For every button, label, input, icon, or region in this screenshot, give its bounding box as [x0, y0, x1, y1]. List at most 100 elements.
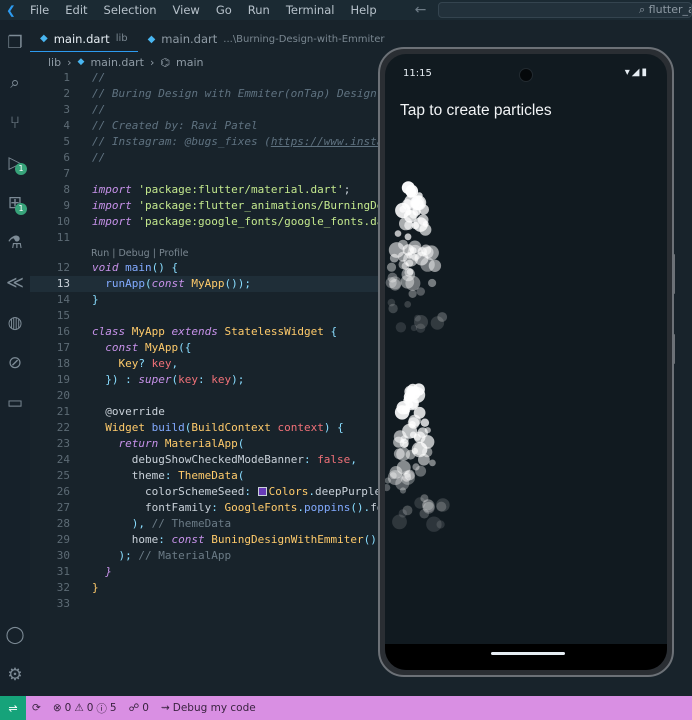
code-line: 33 — [56, 597, 70, 610]
tab-main-dart-burning[interactable]: ◆ main.dart ...\Burning-Design-with-Emmi… — [138, 26, 395, 52]
error-icon: ⊗ — [52, 702, 62, 714]
breadcrumb-file[interactable]: main.dart — [90, 56, 144, 69]
code-editor[interactable]: 1// 2// Buring Design with Emmiter(onTap… — [30, 70, 380, 696]
particle — [415, 323, 426, 333]
status-bar: ⇌ ⟳ ⊗ 0 ⚠ 0 ⓘ 5 ☍ 0 ⇝ Debug my code — [0, 696, 692, 720]
code-line: 31 } — [56, 565, 112, 578]
testing-flask-icon[interactable]: ⚗ — [0, 228, 30, 258]
run-badge: 1 — [15, 163, 27, 175]
vscode-logo-icon: ❮ — [6, 3, 16, 17]
code-line: 8 import 'package:flutter/material.dart'; — [63, 183, 351, 196]
particle — [405, 449, 416, 460]
search-icon[interactable]: ⌕ — [0, 68, 30, 98]
particle — [404, 233, 412, 241]
particle — [404, 395, 411, 403]
particle — [393, 430, 407, 443]
menu-terminal[interactable]: Terminal — [278, 0, 343, 20]
code-line: 20 — [56, 389, 70, 402]
account-icon[interactable]: ◯ — [0, 620, 30, 650]
run-debug-icon[interactable]: ▷ 1 — [0, 148, 30, 178]
code-line: 14} — [56, 293, 99, 306]
color-swatch-icon[interactable] — [257, 487, 267, 496]
tab-main-dart-lib[interactable]: ◆ main.dart lib — [30, 26, 138, 52]
particle — [407, 244, 423, 260]
error-count: 0 — [64, 702, 72, 714]
extensions-icon[interactable]: ⊞ 1 — [0, 188, 30, 218]
back-arrow-icon[interactable]: ← — [415, 2, 427, 18]
particle — [420, 418, 430, 427]
code-line: 32} — [56, 581, 99, 594]
debug-icon: ⇝ — [160, 702, 170, 714]
command-center-search[interactable]: ⌕ flutter_a — [438, 2, 692, 18]
info-count: 5 — [109, 702, 117, 714]
code-line: 16 class MyApp extends StatelessWidget { — [56, 325, 338, 338]
particle — [428, 259, 442, 272]
code-line: 26 colorSchemeSeed: Colors.deepPurple, — [56, 485, 380, 498]
code-line-current: 13 runApp(const MyApp()); — [30, 276, 380, 292]
code-line: 5// Instagram: @bugs_fixes (https://www.… — [63, 135, 380, 148]
particle — [398, 239, 408, 250]
debug-my-code-button[interactable]: ⇝ Debug my code — [155, 702, 262, 714]
power-button[interactable] — [672, 334, 675, 364]
info-icon: ⓘ — [96, 702, 107, 715]
remote-indicator-icon[interactable]: ⇌ — [0, 696, 26, 720]
code-line: 2// Buring Design with Emmiter(onTap) De… — [63, 87, 377, 100]
particle — [401, 405, 411, 415]
code-line: 4// Created by: Ravi Patel — [63, 119, 258, 132]
problems-indicator[interactable]: ⊗ 0 ⚠ 0 ⓘ 5 — [47, 701, 123, 716]
breadcrumb: lib › ◆ main.dart › ⌬ main — [48, 54, 203, 70]
particle — [387, 470, 403, 486]
code-line: 23 return MaterialApp( — [56, 437, 245, 450]
menu-run[interactable]: Run — [240, 0, 278, 20]
menu-help[interactable]: Help — [342, 0, 384, 20]
source-control-icon[interactable]: ⑂ — [0, 108, 30, 138]
code-line: 15 — [56, 309, 70, 322]
menu-view[interactable]: View — [165, 0, 208, 20]
home-gesture-pill[interactable] — [491, 652, 565, 655]
menu-file[interactable]: File — [22, 0, 57, 20]
menu-selection[interactable]: Selection — [96, 0, 165, 20]
code-line: 27 fontFamily: GoogleFonts.poppins().fon — [56, 501, 380, 514]
breadcrumb-folder[interactable]: lib — [48, 56, 61, 69]
tab-label: main.dart — [53, 31, 110, 46]
particle — [422, 499, 435, 513]
explorer-icon[interactable]: ❐ — [0, 28, 30, 58]
particle-canvas[interactable] — [385, 54, 667, 670]
git-graph-icon[interactable]: ⊘ — [0, 348, 30, 378]
volume-button[interactable] — [672, 254, 675, 294]
navigation-bar — [385, 644, 667, 670]
command-center-text: flutter_a — [648, 3, 692, 16]
code-line: 21 @override — [56, 405, 165, 418]
remote-explorer-icon[interactable]: ◍ — [0, 308, 30, 338]
ports-count: 0 — [142, 702, 149, 714]
breadcrumb-symbol[interactable]: main — [176, 56, 203, 69]
code-line: 30 ); // MaterialApp — [56, 549, 232, 562]
particle — [392, 514, 407, 530]
gear-icon[interactable]: ⚙ — [0, 660, 30, 690]
flutter-icon[interactable]: ≪ — [0, 268, 30, 298]
menu-go[interactable]: Go — [208, 0, 240, 20]
code-line: 11 — [56, 231, 70, 244]
particle — [428, 278, 437, 288]
dart-file-icon: ◆ — [147, 33, 156, 45]
symbol-icon: ⌬ — [160, 55, 170, 69]
phone-screen[interactable]: 11:15 ▾◢▮ Tap to create particles — [385, 54, 667, 670]
particle — [394, 230, 402, 237]
antenna-icon: ☍ — [128, 702, 140, 714]
particle — [409, 431, 417, 439]
menu-edit[interactable]: Edit — [57, 0, 95, 20]
code-line: 28 ), // ThemeData — [56, 517, 232, 530]
code-line: 22 Widget build(BuildContext context) { — [56, 421, 344, 434]
comments-icon[interactable]: ▭ — [0, 388, 30, 418]
extensions-badge: 1 — [15, 203, 27, 215]
particle — [385, 484, 391, 492]
particle — [418, 453, 430, 466]
flutter-dart-icon[interactable]: ⟳ — [26, 702, 47, 714]
debug-label: Debug my code — [172, 702, 256, 714]
codelens-run-debug-profile[interactable]: Run | Debug | Profile — [91, 247, 188, 261]
particle — [395, 322, 407, 333]
ports-indicator[interactable]: ☍ 0 — [123, 702, 155, 714]
code-line: 29 home: const BuningDesignWithEmmiter()… — [56, 533, 380, 546]
particle — [388, 276, 402, 290]
tab-label: main.dart — [161, 32, 218, 46]
